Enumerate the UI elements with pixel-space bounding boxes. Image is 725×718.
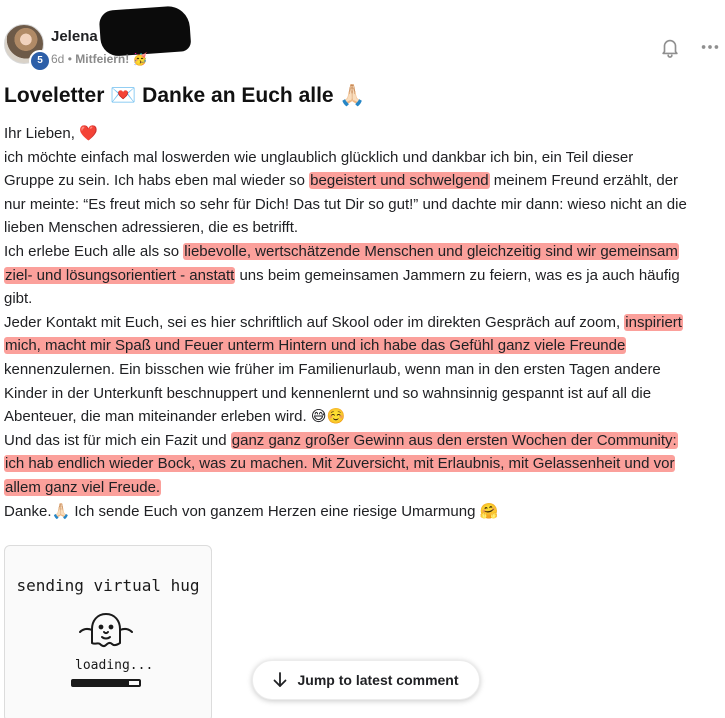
body-text: Gruppe zu sein. Ich habs eben mal wieder… <box>4 172 310 190</box>
attachment-loading-text: loading... <box>75 658 154 673</box>
highlighted-text: liebevolle, wertschätzende Menschen und … <box>183 242 679 260</box>
body-line: Abenteuer, die man miteinander erleben w… <box>4 405 724 429</box>
body-text: meinem Freund erzählt, der <box>489 172 679 190</box>
loading-bar <box>71 679 141 687</box>
highlighted-text: begeistert und schwelgend <box>309 172 490 190</box>
category-emoji: 🥳 <box>132 52 148 66</box>
body-text: nur meinte: “Es freut mich so sehr für D… <box>4 195 687 213</box>
post-header: 5 Jelena Conrad 6d • Mitfeiern! 🥳 <box>0 0 725 78</box>
post-time: 6d <box>51 52 65 66</box>
highlighted-text: ich hab endlich wieder Bock, was zu mach… <box>4 455 676 473</box>
body-line: kennenzulernen. Ein bisschen wie früher … <box>4 358 724 382</box>
body-line: mich, macht mir Spaß und Feuer unterm Hi… <box>4 334 724 358</box>
body-text: Kinder in der Unterkunft beschnuppert un… <box>4 384 652 402</box>
ghost-hug-icon <box>71 608 141 654</box>
body-line: ich möchte einfach mal loswerden wie ung… <box>4 146 724 170</box>
body-line: Danke.🙏🏻 Ich sende Euch von ganzem Herze… <box>4 500 724 524</box>
more-horizontal-icon[interactable] <box>699 36 721 58</box>
body-line: Jeder Kontakt mit Euch, sei es hier schr… <box>4 311 724 335</box>
redaction-mark <box>98 4 192 58</box>
body-text: Jeder Kontakt mit Euch, sei es hier schr… <box>4 313 625 331</box>
highlighted-text: allem ganz viel Freude. <box>4 478 162 496</box>
body-text: gibt. <box>4 290 33 308</box>
bell-icon[interactable] <box>659 36 681 58</box>
body-text: Danke.🙏🏻 Ich sende Euch von ganzem Herze… <box>4 502 499 520</box>
body-line: Und das ist für mich ein Fazit und ganz … <box>4 429 724 453</box>
body-line: Ich erlebe Euch alle als so liebevolle, … <box>4 240 724 264</box>
body-line: lieben Menschen adressieren, die es betr… <box>4 216 724 240</box>
body-line: nur meinte: “Es freut mich so sehr für D… <box>4 193 724 217</box>
body-text: Ich erlebe Euch alle als so <box>4 242 184 260</box>
highlighted-text: ganz ganz großer Gewinn aus den ersten W… <box>230 431 678 449</box>
post-body: Ihr Lieben, ❤️ ich möchte einfach mal los… <box>4 122 724 523</box>
body-line: ziel- und lösungsorientiert - anstatt un… <box>4 264 724 288</box>
jump-button-label: Jump to latest comment <box>297 672 459 688</box>
body-line: gibt. <box>4 287 724 311</box>
body-line: allem ganz viel Freude. <box>4 476 724 500</box>
body-text: kennenzulernen. Ein bisschen wie früher … <box>4 360 661 378</box>
body-text: uns beim gemeinsamen Jammern zu feiern, … <box>235 266 680 284</box>
loading-bar-fill <box>73 681 130 685</box>
attachment-image[interactable]: sending virtual hug loading... <box>4 545 212 718</box>
post-meta: 6d • Mitfeiern! 🥳 <box>51 52 148 66</box>
post-page: 5 Jelena Conrad 6d • Mitfeiern! 🥳 Lovele… <box>0 0 725 718</box>
body-line: Kinder in der Unterkunft beschnuppert un… <box>4 382 724 406</box>
body-text: ich möchte einfach mal loswerden wie ung… <box>4 148 634 166</box>
arrow-down-icon <box>274 672 287 687</box>
attachment-title: sending virtual hug <box>16 576 200 595</box>
jump-to-latest-comment-button[interactable]: Jump to latest comment <box>252 660 480 700</box>
body-text: Und das ist für mich ein Fazit und <box>4 431 231 449</box>
body-line: Ihr Lieben, ❤️ <box>4 122 724 146</box>
highlighted-text: mich, macht mir Spaß und Feuer unterm Hi… <box>4 337 627 355</box>
author-avatar-wrap[interactable]: 5 <box>4 24 51 72</box>
body-text: lieben Menschen adressieren, die es betr… <box>4 219 299 237</box>
body-text: Abenteuer, die man miteinander erleben w… <box>4 408 346 426</box>
highlighted-text: ziel- und lösungsorientiert - anstatt <box>4 266 236 284</box>
body-line: Gruppe zu sein. Ich habs eben mal wieder… <box>4 169 724 193</box>
post-title: Loveletter 💌 Danke an Euch alle 🙏🏻 <box>4 84 366 107</box>
level-badge: 5 <box>29 50 51 72</box>
meta-separator: • <box>67 52 72 66</box>
post-category[interactable]: Mitfeiern! <box>75 52 129 66</box>
highlighted-text: inspiriert <box>624 313 683 331</box>
body-text: Ihr Lieben, ❤️ <box>4 125 98 142</box>
body-line: ich hab endlich wieder Bock, was zu mach… <box>4 452 724 476</box>
